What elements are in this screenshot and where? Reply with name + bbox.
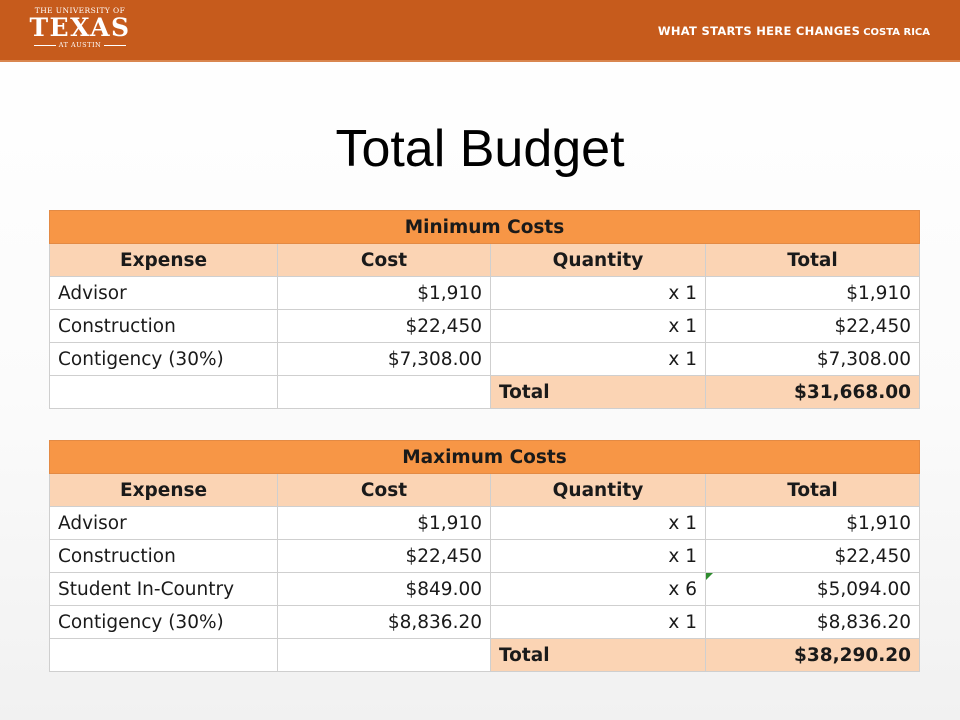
column-header-quantity: Quantity (490, 243, 706, 277)
cell-empty (277, 638, 491, 672)
cell-total: $1,910 (705, 276, 920, 310)
cell-expense: Advisor (49, 506, 278, 540)
cell-cost: $22,450 (277, 539, 491, 573)
cell-cost: $7,308.00 (277, 342, 491, 376)
logo-line-3: AT AUSTIN (29, 41, 131, 50)
table-row: Contigency (30%) $8,836.20 x 1 $8,836.20 (49, 605, 920, 639)
cell-total: $5,094.00 (705, 572, 920, 606)
logo-line-2: TEXAS (29, 13, 131, 42)
cell-total: $22,450 (705, 539, 920, 573)
table-total-row: Total $38,290.20 (49, 638, 920, 672)
cell-quantity: x 6 (490, 572, 706, 606)
cell-quantity: x 1 (490, 309, 706, 343)
cell-total: $7,308.00 (705, 342, 920, 376)
cell-expense: Construction (49, 539, 278, 573)
table-row: Advisor $1,910 x 1 $1,910 (49, 276, 920, 310)
table-title: Maximum Costs (49, 440, 920, 474)
cell-quantity: x 1 (490, 276, 706, 310)
cell-empty (277, 375, 491, 409)
column-header-total: Total (705, 243, 920, 277)
cell-quantity: x 1 (490, 506, 706, 540)
tagline-sub: COSTA RICA (863, 27, 930, 38)
table-header-row: Expense Cost Quantity Total (49, 473, 920, 507)
total-label: Total (490, 638, 706, 672)
table-title-row: Minimum Costs (49, 210, 920, 244)
minimum-costs-table: Minimum Costs Expense Cost Quantity Tota… (49, 210, 920, 409)
table-total-row: Total $31,668.00 (49, 375, 920, 409)
header-bar: THE UNIVERSITY OF TEXAS AT AUSTIN WHAT S… (0, 0, 960, 62)
header-tagline: WHAT STARTS HERE CHANGES COSTA RICA (658, 24, 930, 38)
cell-expense: Construction (49, 309, 278, 343)
column-header-quantity: Quantity (490, 473, 706, 507)
maximum-costs-table: Maximum Costs Expense Cost Quantity Tota… (49, 440, 920, 672)
cell-total: $1,910 (705, 506, 920, 540)
cell-total-text: $5,094.00 (816, 578, 911, 600)
ut-austin-logo[interactable]: THE UNIVERSITY OF TEXAS AT AUSTIN (29, 6, 131, 54)
cell-cost: $22,450 (277, 309, 491, 343)
cell-expense: Contigency (30%) (49, 605, 278, 639)
cell-quantity: x 1 (490, 539, 706, 573)
cell-cost: $849.00 (277, 572, 491, 606)
cell-expense: Advisor (49, 276, 278, 310)
cell-quantity: x 1 (490, 605, 706, 639)
column-header-cost: Cost (277, 243, 491, 277)
cell-cost: $1,910 (277, 276, 491, 310)
table-row: Construction $22,450 x 1 $22,450 (49, 539, 920, 573)
table-row: Contigency (30%) $7,308.00 x 1 $7,308.00 (49, 342, 920, 376)
cell-empty (49, 375, 278, 409)
column-header-total: Total (705, 473, 920, 507)
table-header-row: Expense Cost Quantity Total (49, 243, 920, 277)
cell-expense: Student In-Country (49, 572, 278, 606)
total-value: $38,290.20 (705, 638, 920, 672)
cell-quantity: x 1 (490, 342, 706, 376)
total-value: $31,668.00 (705, 375, 920, 409)
cell-total: $8,836.20 (705, 605, 920, 639)
table-title-row: Maximum Costs (49, 440, 920, 474)
logo-line-3-text: AT AUSTIN (58, 41, 102, 49)
total-label: Total (490, 375, 706, 409)
table-row: Student In-Country $849.00 x 6 $5,094.00 (49, 572, 920, 606)
cell-expense: Contigency (30%) (49, 342, 278, 376)
tagline-main: WHAT STARTS HERE CHANGES (657, 24, 861, 38)
cell-cost: $8,836.20 (277, 605, 491, 639)
cell-error-marker (706, 573, 713, 580)
slide-title: Total Budget (335, 120, 625, 178)
logo-rule-right (104, 45, 127, 46)
column-header-expense: Expense (49, 473, 278, 507)
table-row: Advisor $1,910 x 1 $1,910 (49, 506, 920, 540)
column-header-expense: Expense (49, 243, 278, 277)
cell-cost: $1,910 (277, 506, 491, 540)
cell-empty (49, 638, 278, 672)
cell-total: $22,450 (705, 309, 920, 343)
table-title: Minimum Costs (49, 210, 920, 244)
column-header-cost: Cost (277, 473, 491, 507)
logo-rule-left (33, 45, 56, 46)
table-row: Construction $22,450 x 1 $22,450 (49, 309, 920, 343)
